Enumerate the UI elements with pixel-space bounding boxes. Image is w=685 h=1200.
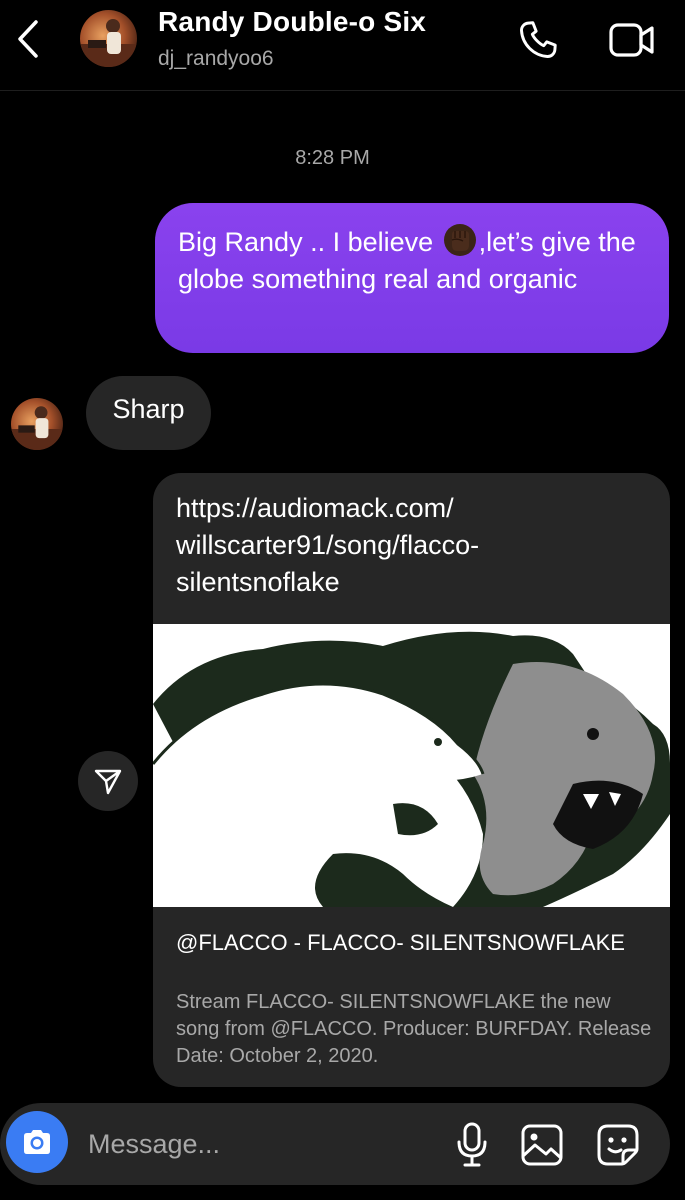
link-preview-image[interactable] — [153, 624, 670, 907]
share-button[interactable] — [78, 751, 138, 811]
message-composer — [0, 1103, 670, 1185]
sticker-button[interactable] — [594, 1121, 642, 1169]
message-text: Big Randy .. I believe — [178, 227, 441, 257]
link-preview-card[interactable]: https://audiomack.com/ willscarter91/son… — [153, 473, 670, 1087]
video-camera-icon — [609, 23, 654, 57]
avatar-photo — [80, 10, 137, 67]
chat-header: Randy Double-o Six dj_randyoo6 — [0, 0, 685, 91]
contact-avatar[interactable] — [80, 10, 137, 67]
message-timestamp: 8:28 PM — [295, 147, 370, 169]
incoming-message-bubble[interactable]: Sharp — [86, 376, 211, 450]
camera-button[interactable] — [6, 1111, 68, 1173]
sender-avatar[interactable] — [11, 398, 63, 450]
gallery-button[interactable] — [518, 1121, 566, 1169]
video-call-button[interactable] — [604, 14, 660, 66]
lion-artwork — [153, 624, 670, 907]
phone-icon — [520, 21, 557, 58]
call-button[interactable] — [512, 14, 564, 66]
paper-plane-icon — [94, 769, 122, 795]
camera-icon — [24, 1130, 50, 1154]
link-url[interactable]: https://audiomack.com/ willscarter91/son… — [176, 490, 646, 601]
contact-username: dj_randyoo6 — [158, 47, 274, 70]
back-button[interactable] — [8, 14, 48, 64]
voice-message-button[interactable] — [450, 1120, 494, 1170]
raised-fist-emoji-icon — [443, 224, 476, 256]
link-title: @FLACCO - FLACCO- SILENTSNOWFLAKE — [176, 930, 625, 955]
image-icon — [521, 1124, 563, 1166]
avatar-photo — [11, 398, 63, 450]
outgoing-message-bubble[interactable]: Big Randy .. I believe ,let’s give the g… — [155, 203, 669, 353]
microphone-icon — [457, 1122, 487, 1167]
link-description: Stream FLACCO- SILENTSNOWFLAKE the new s… — [176, 991, 652, 1067]
contact-name[interactable]: Randy Double-o Six — [158, 6, 426, 38]
sticker-icon — [597, 1124, 639, 1166]
chevron-left-icon — [18, 20, 38, 58]
message-input[interactable] — [86, 1123, 430, 1165]
